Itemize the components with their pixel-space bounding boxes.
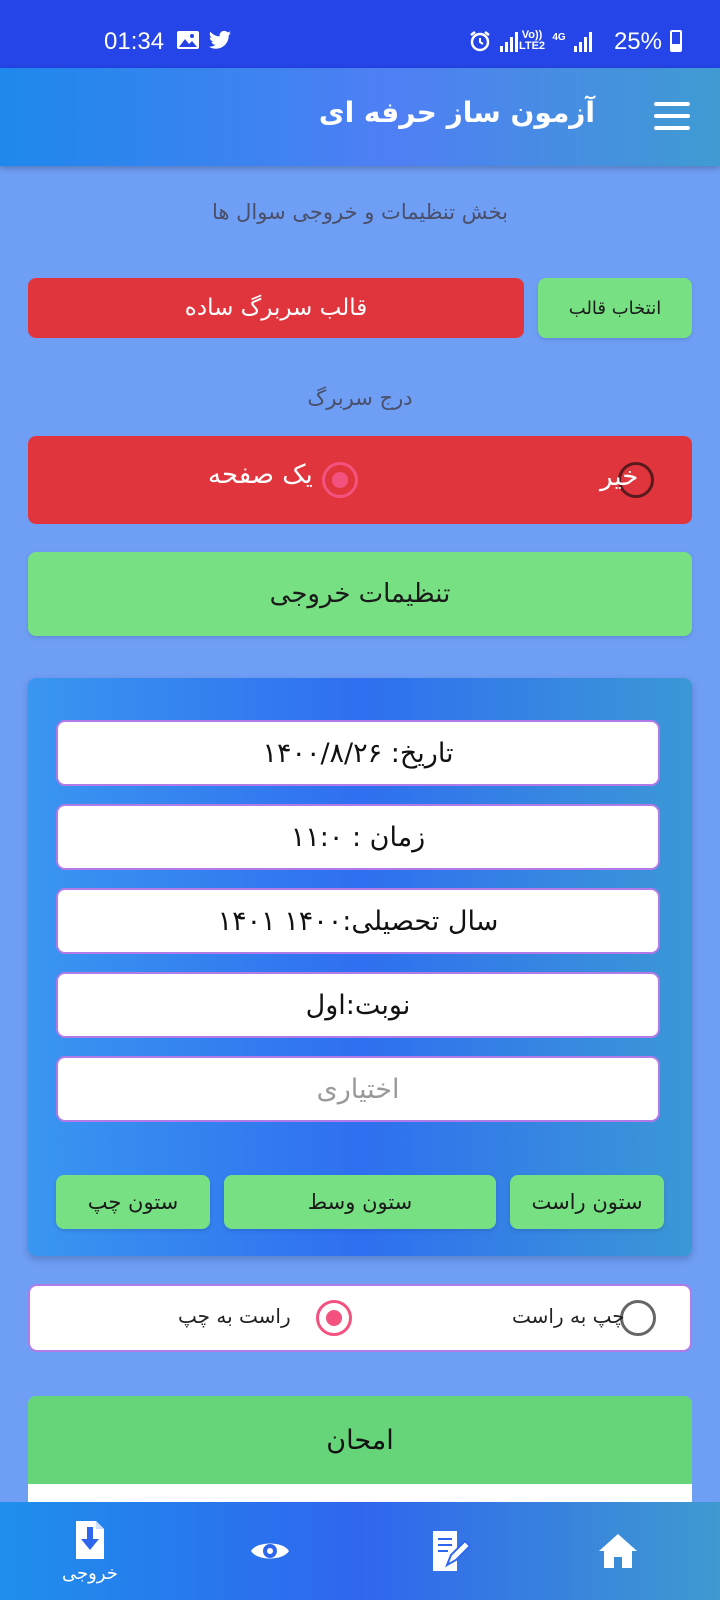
radio-ltr[interactable] bbox=[620, 1300, 656, 1336]
round-field[interactable]: نوبت:اول bbox=[56, 972, 660, 1038]
direction-radio-group: چپ به راست راست به چپ bbox=[28, 1284, 692, 1352]
bottom-navigation: خروجی bbox=[0, 1502, 720, 1600]
template-value-button[interactable]: قالب سربرگ ساده bbox=[28, 278, 524, 338]
home-icon bbox=[599, 1534, 637, 1568]
header-caption: درج سربرگ bbox=[307, 386, 413, 410]
settings-caption: بخش تنظیمات و خروجی سوال ها bbox=[212, 200, 508, 224]
select-template-button[interactable]: انتخاب قالب bbox=[538, 278, 692, 338]
radio-no-label: خیر bbox=[600, 462, 639, 492]
app-bar: آزمون ساز حرفه ای bbox=[0, 68, 720, 166]
signal-strength-icon bbox=[500, 30, 518, 52]
nav-edit[interactable] bbox=[390, 1502, 510, 1600]
export-file-icon bbox=[76, 1520, 104, 1559]
alarm-icon bbox=[470, 31, 490, 52]
radio-ltr-label: چپ به راست bbox=[512, 1304, 625, 1328]
battery-percent: 25% bbox=[613, 28, 662, 55]
status-bar: 01:34 Vo)) LTE2 4G 25% bbox=[0, 0, 720, 68]
time-field[interactable]: زمان : ۱۱:۰ bbox=[56, 804, 660, 870]
twitter-icon bbox=[209, 30, 231, 49]
nav-preview[interactable] bbox=[210, 1502, 330, 1600]
network-4g-indicator: 4G bbox=[552, 32, 566, 43]
nav-output[interactable]: خروجی bbox=[30, 1502, 150, 1600]
date-field[interactable]: تاریخ: ۱۴۰۰/۸/۲۶ bbox=[56, 720, 660, 786]
left-column-button[interactable]: ستون چپ bbox=[56, 1175, 210, 1229]
radio-one-page[interactable] bbox=[322, 462, 358, 498]
eye-icon bbox=[251, 1543, 289, 1559]
optional-field[interactable]: اختیاری bbox=[56, 1056, 660, 1122]
right-column-button[interactable]: ستون راست bbox=[510, 1175, 664, 1229]
hamburger-menu-icon[interactable] bbox=[654, 102, 690, 130]
battery-icon bbox=[670, 30, 682, 52]
output-fields-panel: تاریخ: ۱۴۰۰/۸/۲۶ زمان : ۱۱:۰ سال تحصیلی:… bbox=[28, 678, 692, 1256]
image-icon bbox=[177, 31, 199, 49]
nav-output-label: خروجی bbox=[62, 1562, 118, 1584]
radio-rtl-label: راست به چپ bbox=[178, 1304, 291, 1328]
output-settings-button[interactable]: تنظیمات خروجی bbox=[28, 552, 692, 636]
header-radio-group: خیر یک صفحه bbox=[28, 436, 692, 524]
edit-document-icon bbox=[433, 1531, 471, 1571]
nav-home[interactable] bbox=[558, 1502, 678, 1600]
signal-strength-icon-2 bbox=[574, 30, 592, 52]
middle-column-button[interactable]: ستون وسط bbox=[224, 1175, 496, 1229]
radio-rtl[interactable] bbox=[316, 1300, 352, 1336]
school-year-field[interactable]: سال تحصیلی:۱۴۰۰ ۱۴۰۱ bbox=[56, 888, 660, 954]
app-title: آزمون ساز حرفه ای bbox=[318, 96, 595, 129]
exam-section-body bbox=[28, 1484, 692, 1504]
exam-section-header[interactable]: امحان bbox=[28, 1396, 692, 1484]
status-time: 01:34 bbox=[104, 28, 165, 55]
radio-one-page-label: یک صفحه bbox=[208, 460, 313, 490]
volte-indicator: Vo)) LTE2 bbox=[518, 29, 546, 52]
